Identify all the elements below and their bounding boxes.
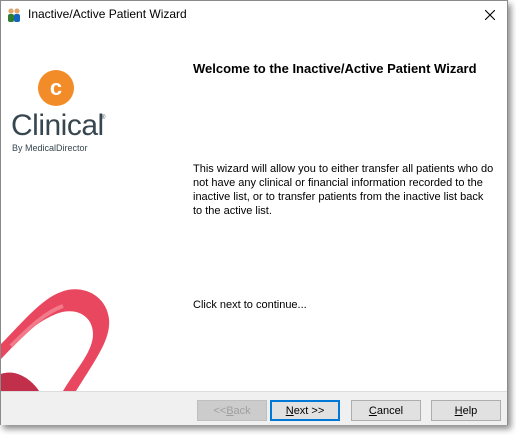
logo-trademark: ® bbox=[101, 115, 106, 121]
cancel-button[interactable]: Cancel bbox=[351, 400, 421, 421]
back-label-accel: B bbox=[226, 404, 234, 417]
page-title: Welcome to the Inactive/Active Patient W… bbox=[193, 61, 477, 76]
window-title: Inactive/Active Patient Wizard bbox=[28, 7, 187, 21]
description-text: This wizard will allow you to either tra… bbox=[193, 163, 494, 217]
wizard-body: c Clinical ® By MedicalDirector Welcome … bbox=[1, 29, 507, 391]
title-bar: Inactive/Active Patient Wizard bbox=[1, 1, 507, 29]
side-panel: c Clinical ® By MedicalDirector bbox=[1, 29, 177, 391]
wizard-window: Inactive/Active Patient Wizard c Clinica… bbox=[0, 0, 508, 425]
help-label-accel: H bbox=[454, 404, 463, 417]
next-label-accel: N bbox=[285, 404, 294, 417]
cancel-label-post: ancel bbox=[376, 404, 404, 417]
back-button[interactable]: << Back bbox=[197, 400, 267, 421]
logo-subtitle: By MedicalDirector bbox=[12, 143, 88, 153]
help-label-post: elp bbox=[462, 404, 478, 417]
close-icon bbox=[485, 10, 495, 20]
logo-wordmark: Clinical bbox=[11, 109, 104, 142]
back-label-pre: << bbox=[213, 404, 227, 417]
logo-letter: c bbox=[50, 75, 62, 100]
button-bar: << Back Next >> Cancel Help bbox=[1, 391, 507, 425]
help-button[interactable]: Help bbox=[431, 400, 501, 421]
close-button[interactable] bbox=[473, 1, 507, 29]
cancel-label-accel: C bbox=[368, 404, 377, 417]
next-label-post: ext >> bbox=[293, 404, 325, 417]
users-icon bbox=[8, 8, 20, 22]
back-label-post: ack bbox=[233, 404, 251, 417]
next-button[interactable]: Next >> bbox=[270, 400, 340, 421]
continue-text: Click next to continue... bbox=[193, 299, 307, 311]
clinical-logo-icon: c bbox=[38, 70, 74, 106]
heart-graphic bbox=[1, 289, 110, 391]
